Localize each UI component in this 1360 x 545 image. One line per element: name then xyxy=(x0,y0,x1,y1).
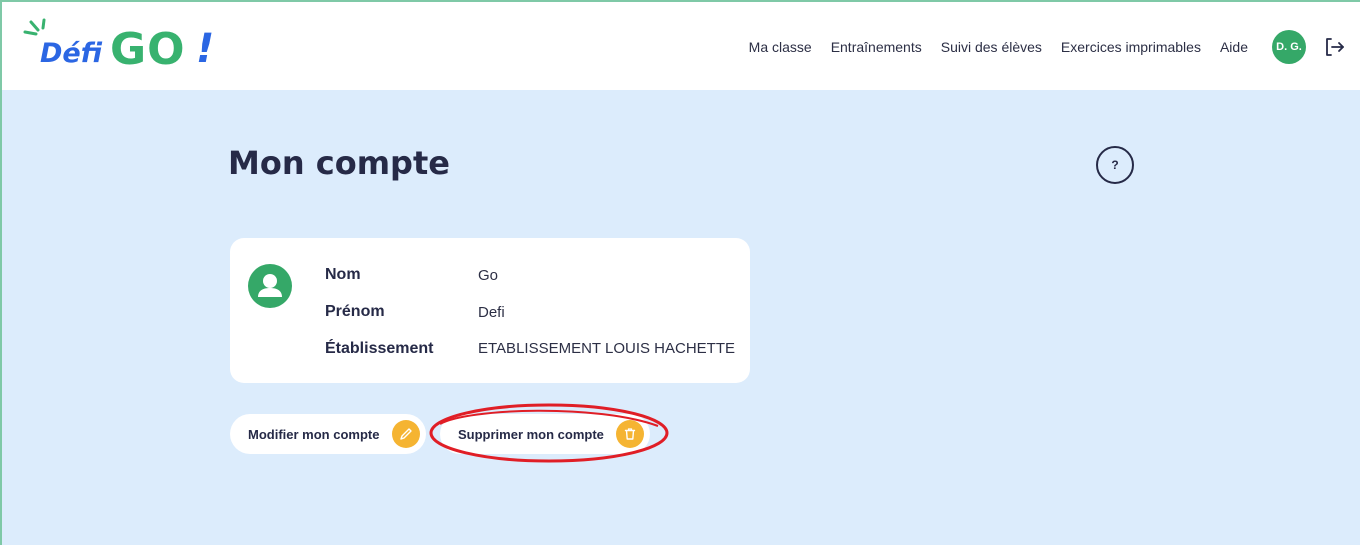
edit-account-button[interactable]: Modifier mon compte xyxy=(230,414,426,454)
logout-icon[interactable] xyxy=(1324,36,1346,58)
field-label-nom: Nom xyxy=(325,266,361,283)
logo-bang-text: ! xyxy=(196,26,215,72)
app-window: Défi GO ! Ma classe Entraînements Suivi … xyxy=(0,0,1360,545)
account-info-card: Nom Go Prénom Defi Établissement ETABLIS… xyxy=(230,238,750,383)
nav-entrainements[interactable]: Entraînements xyxy=(831,39,922,55)
user-avatar-button[interactable]: D. G. xyxy=(1272,30,1306,64)
logo-go-text: GO xyxy=(110,24,186,75)
nav-aide[interactable]: Aide xyxy=(1220,39,1248,55)
field-label-etablissement: Établissement xyxy=(325,340,434,357)
delete-account-button[interactable]: Supprimer mon compte xyxy=(440,414,650,454)
logo-defi-text: Défi xyxy=(40,38,102,69)
pencil-icon xyxy=(392,420,420,448)
main-nav: Ma classe Entraînements Suivi des élèves… xyxy=(749,30,1346,64)
field-value-etablissement: ETABLISSEMENT LOUIS HACHETTE xyxy=(478,340,735,357)
user-icon xyxy=(248,264,292,308)
edit-account-label: Modifier mon compte xyxy=(248,426,380,442)
field-value-nom: Go xyxy=(478,267,499,284)
delete-account-label: Supprimer mon compte xyxy=(458,426,604,442)
help-button[interactable]: ? xyxy=(1096,146,1134,184)
main-content: Mon compte ? Nom Go Prénom Defi Établiss… xyxy=(2,90,1360,545)
top-navbar: Défi GO ! Ma classe Entraînements Suivi … xyxy=(2,2,1360,90)
field-label-prenom: Prénom xyxy=(325,303,385,320)
field-value-prenom: Defi xyxy=(478,304,505,321)
defigo-logo[interactable]: Défi GO ! xyxy=(16,12,216,82)
nav-ma-classe[interactable]: Ma classe xyxy=(749,39,812,55)
nav-exercices-imprimables[interactable]: Exercices imprimables xyxy=(1061,39,1201,55)
trash-icon xyxy=(616,420,644,448)
page-title: Mon compte xyxy=(228,144,450,182)
nav-suivi-eleves[interactable]: Suivi des élèves xyxy=(941,39,1042,55)
